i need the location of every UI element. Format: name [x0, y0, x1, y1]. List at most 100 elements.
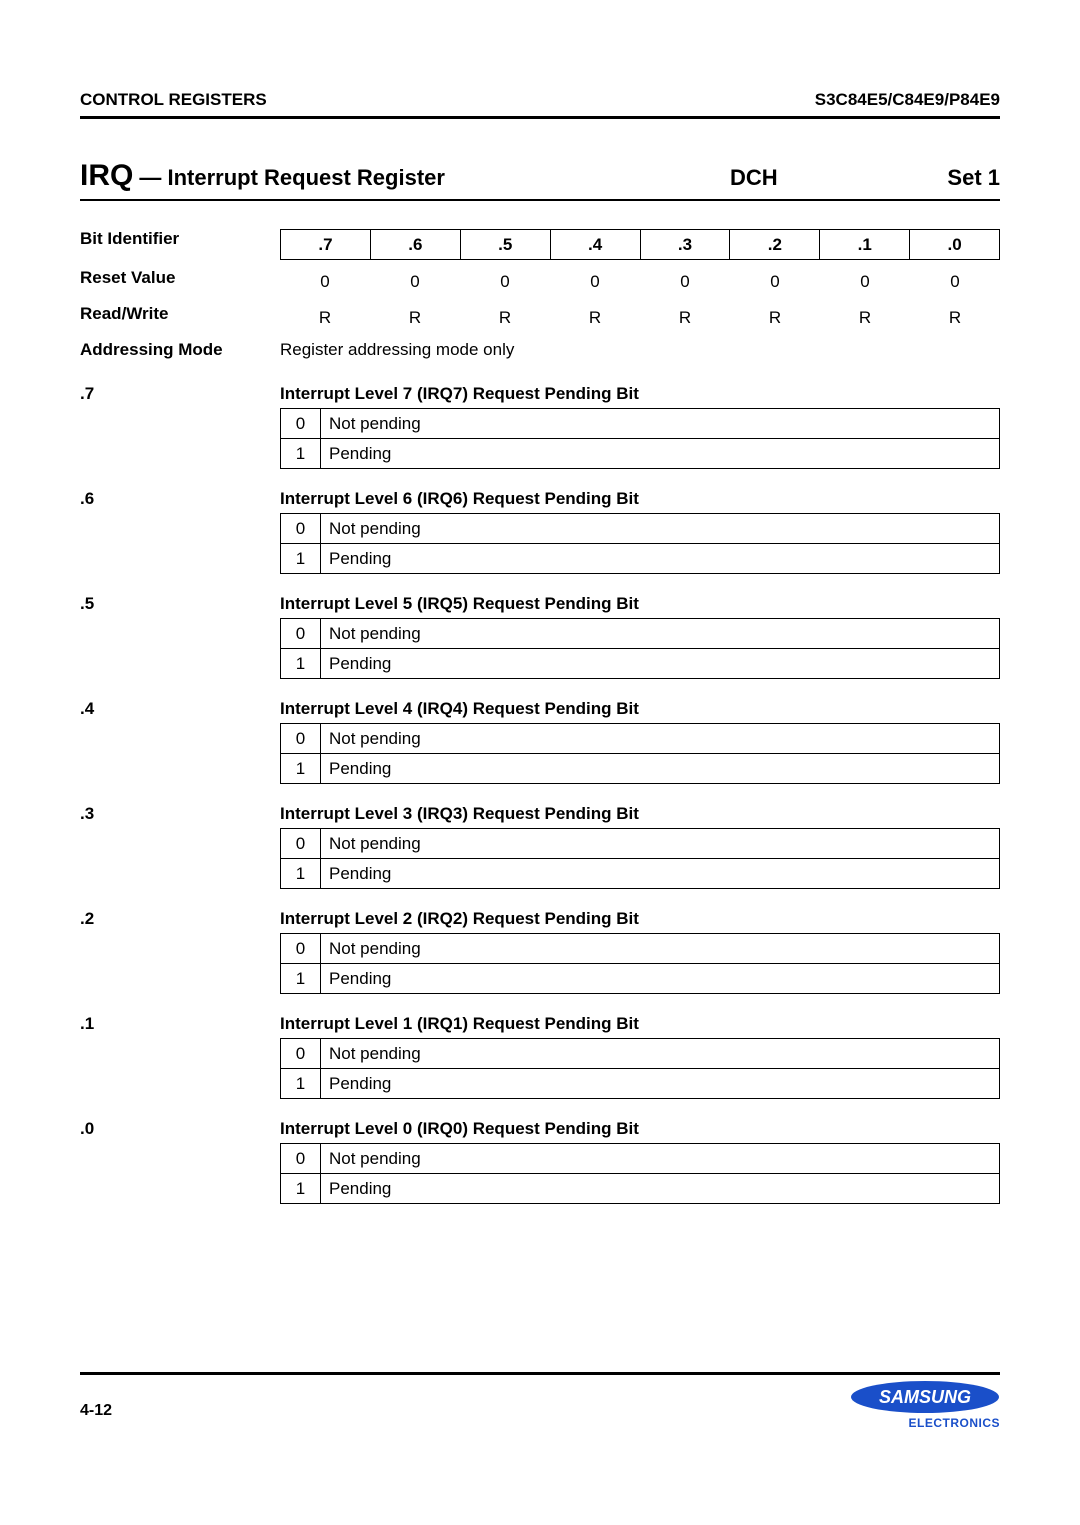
table-row: 1Pending	[281, 754, 1000, 784]
rw-cell: R	[730, 304, 820, 332]
bit-value-desc: Not pending	[321, 1144, 1000, 1174]
table-row: 0Not pending	[281, 514, 1000, 544]
bit-detail: Interrupt Level 4 (IRQ4) Request Pending…	[280, 699, 1000, 784]
read-write-row: R R R R R R R R	[280, 304, 1000, 332]
register-info-grid: Bit Identifier .7 .6 .5 .4 .3 .2 .1 .0 R…	[80, 229, 1000, 360]
register-set: Set 1	[920, 165, 1000, 191]
reset-cell: 0	[370, 268, 460, 296]
bit-value-code: 1	[281, 859, 321, 889]
table-row: 0Not pending	[281, 1039, 1000, 1069]
reset-value-label: Reset Value	[80, 268, 280, 296]
table-row: 0Not pending	[281, 1144, 1000, 1174]
samsung-logo-icon: SAMSUNG	[850, 1380, 1000, 1414]
header-right: S3C84E5/C84E9/P84E9	[815, 90, 1000, 110]
bit-value-code: 1	[281, 964, 321, 994]
bit-value-desc: Pending	[321, 649, 1000, 679]
bit-key: .6	[80, 489, 280, 574]
bit-detail: Interrupt Level 5 (IRQ5) Request Pending…	[280, 594, 1000, 679]
bit-value-desc: Not pending	[321, 619, 1000, 649]
table-row: 1Pending	[281, 649, 1000, 679]
reset-cell: 0	[280, 268, 370, 296]
bit-heading: Interrupt Level 1 (IRQ1) Request Pending…	[280, 1014, 1000, 1034]
table-row: 0Not pending	[281, 724, 1000, 754]
bit-section: .3Interrupt Level 3 (IRQ3) Request Pendi…	[80, 804, 1000, 889]
register-abbrev: IRQ	[80, 159, 133, 193]
bit-value-code: 0	[281, 1144, 321, 1174]
table-row: 1Pending	[281, 1069, 1000, 1099]
register-title-row: IRQ — Interrupt Request Register DCH Set…	[80, 159, 1000, 201]
bit-value-code: 0	[281, 1039, 321, 1069]
read-write-label: Read/Write	[80, 304, 280, 332]
bit-value-desc: Not pending	[321, 1039, 1000, 1069]
reset-value-row: 0 0 0 0 0 0 0 0	[280, 268, 1000, 296]
bit-key: .3	[80, 804, 280, 889]
header-left: CONTROL REGISTERS	[80, 90, 267, 110]
table-row: 1Pending	[281, 1174, 1000, 1204]
bit-value-desc: Pending	[321, 1069, 1000, 1099]
bit-value-table: 0Not pending1Pending	[280, 408, 1000, 469]
table-row: 1Pending	[281, 859, 1000, 889]
bit-value-code: 1	[281, 754, 321, 784]
bit-section: .5Interrupt Level 5 (IRQ5) Request Pendi…	[80, 594, 1000, 679]
bit-value-code: 0	[281, 829, 321, 859]
bit-id-cell: .6	[370, 230, 460, 260]
rw-cell: R	[460, 304, 550, 332]
bit-detail: Interrupt Level 7 (IRQ7) Request Pending…	[280, 384, 1000, 469]
table-row: 0Not pending	[281, 619, 1000, 649]
table-row: 0Not pending	[281, 409, 1000, 439]
bit-detail: Interrupt Level 6 (IRQ6) Request Pending…	[280, 489, 1000, 574]
bit-value-code: 0	[281, 934, 321, 964]
rw-cell: R	[370, 304, 460, 332]
bit-heading: Interrupt Level 0 (IRQ0) Request Pending…	[280, 1119, 1000, 1139]
bit-value-table: 0Not pending1Pending	[280, 828, 1000, 889]
bit-section: .0Interrupt Level 0 (IRQ0) Request Pendi…	[80, 1119, 1000, 1204]
bit-detail: Interrupt Level 1 (IRQ1) Request Pending…	[280, 1014, 1000, 1099]
bit-key: .5	[80, 594, 280, 679]
bit-value-code: 0	[281, 619, 321, 649]
bit-heading: Interrupt Level 3 (IRQ3) Request Pending…	[280, 804, 1000, 824]
bit-value-desc: Pending	[321, 439, 1000, 469]
page-number: 4-12	[80, 1402, 112, 1420]
bit-section: .2Interrupt Level 2 (IRQ2) Request Pendi…	[80, 909, 1000, 994]
brand-logo-block: SAMSUNG ELECTRONICS	[850, 1380, 1000, 1430]
reset-cell: 0	[460, 268, 550, 296]
bit-identifier-row: .7 .6 .5 .4 .3 .2 .1 .0	[280, 229, 1000, 260]
reset-cell: 0	[640, 268, 730, 296]
rw-cell: R	[910, 304, 1000, 332]
rw-cell: R	[640, 304, 730, 332]
bit-section: .1Interrupt Level 1 (IRQ1) Request Pendi…	[80, 1014, 1000, 1099]
bit-value-code: 0	[281, 409, 321, 439]
bit-id-cell: .0	[910, 230, 1000, 260]
bit-section: .7Interrupt Level 7 (IRQ7) Request Pendi…	[80, 384, 1000, 469]
bit-value-code: 0	[281, 724, 321, 754]
bit-value-desc: Pending	[321, 964, 1000, 994]
bit-value-desc: Not pending	[321, 514, 1000, 544]
table-row: 0Not pending	[281, 934, 1000, 964]
bit-sections: .7Interrupt Level 7 (IRQ7) Request Pendi…	[80, 384, 1000, 1204]
bit-value-desc: Pending	[321, 754, 1000, 784]
bit-value-desc: Not pending	[321, 829, 1000, 859]
footer-rule	[80, 1372, 1000, 1375]
table-row: 1Pending	[281, 964, 1000, 994]
bit-id-cell: .3	[640, 230, 730, 260]
table-row: 1Pending	[281, 544, 1000, 574]
addressing-mode-value: Register addressing mode only	[280, 340, 1000, 360]
electronics-text: ELECTRONICS	[850, 1416, 1000, 1430]
rw-cell: R	[550, 304, 640, 332]
bit-value-desc: Not pending	[321, 934, 1000, 964]
bit-value-table: 0Not pending1Pending	[280, 1143, 1000, 1204]
rw-cell: R	[820, 304, 910, 332]
page-header: CONTROL REGISTERS S3C84E5/C84E9/P84E9	[80, 90, 1000, 119]
bit-key: .7	[80, 384, 280, 469]
bit-value-table: 0Not pending1Pending	[280, 618, 1000, 679]
addressing-mode-label: Addressing Mode	[80, 340, 280, 360]
bit-identifier-label: Bit Identifier	[80, 229, 280, 260]
bit-id-cell: .7	[281, 230, 371, 260]
reset-cell: 0	[910, 268, 1000, 296]
bit-key: .0	[80, 1119, 280, 1204]
bit-id-cell: .1	[820, 230, 910, 260]
bit-value-desc: Pending	[321, 859, 1000, 889]
bit-section: .6Interrupt Level 6 (IRQ6) Request Pendi…	[80, 489, 1000, 574]
bit-value-table: 0Not pending1Pending	[280, 723, 1000, 784]
table-row: 0Not pending	[281, 829, 1000, 859]
